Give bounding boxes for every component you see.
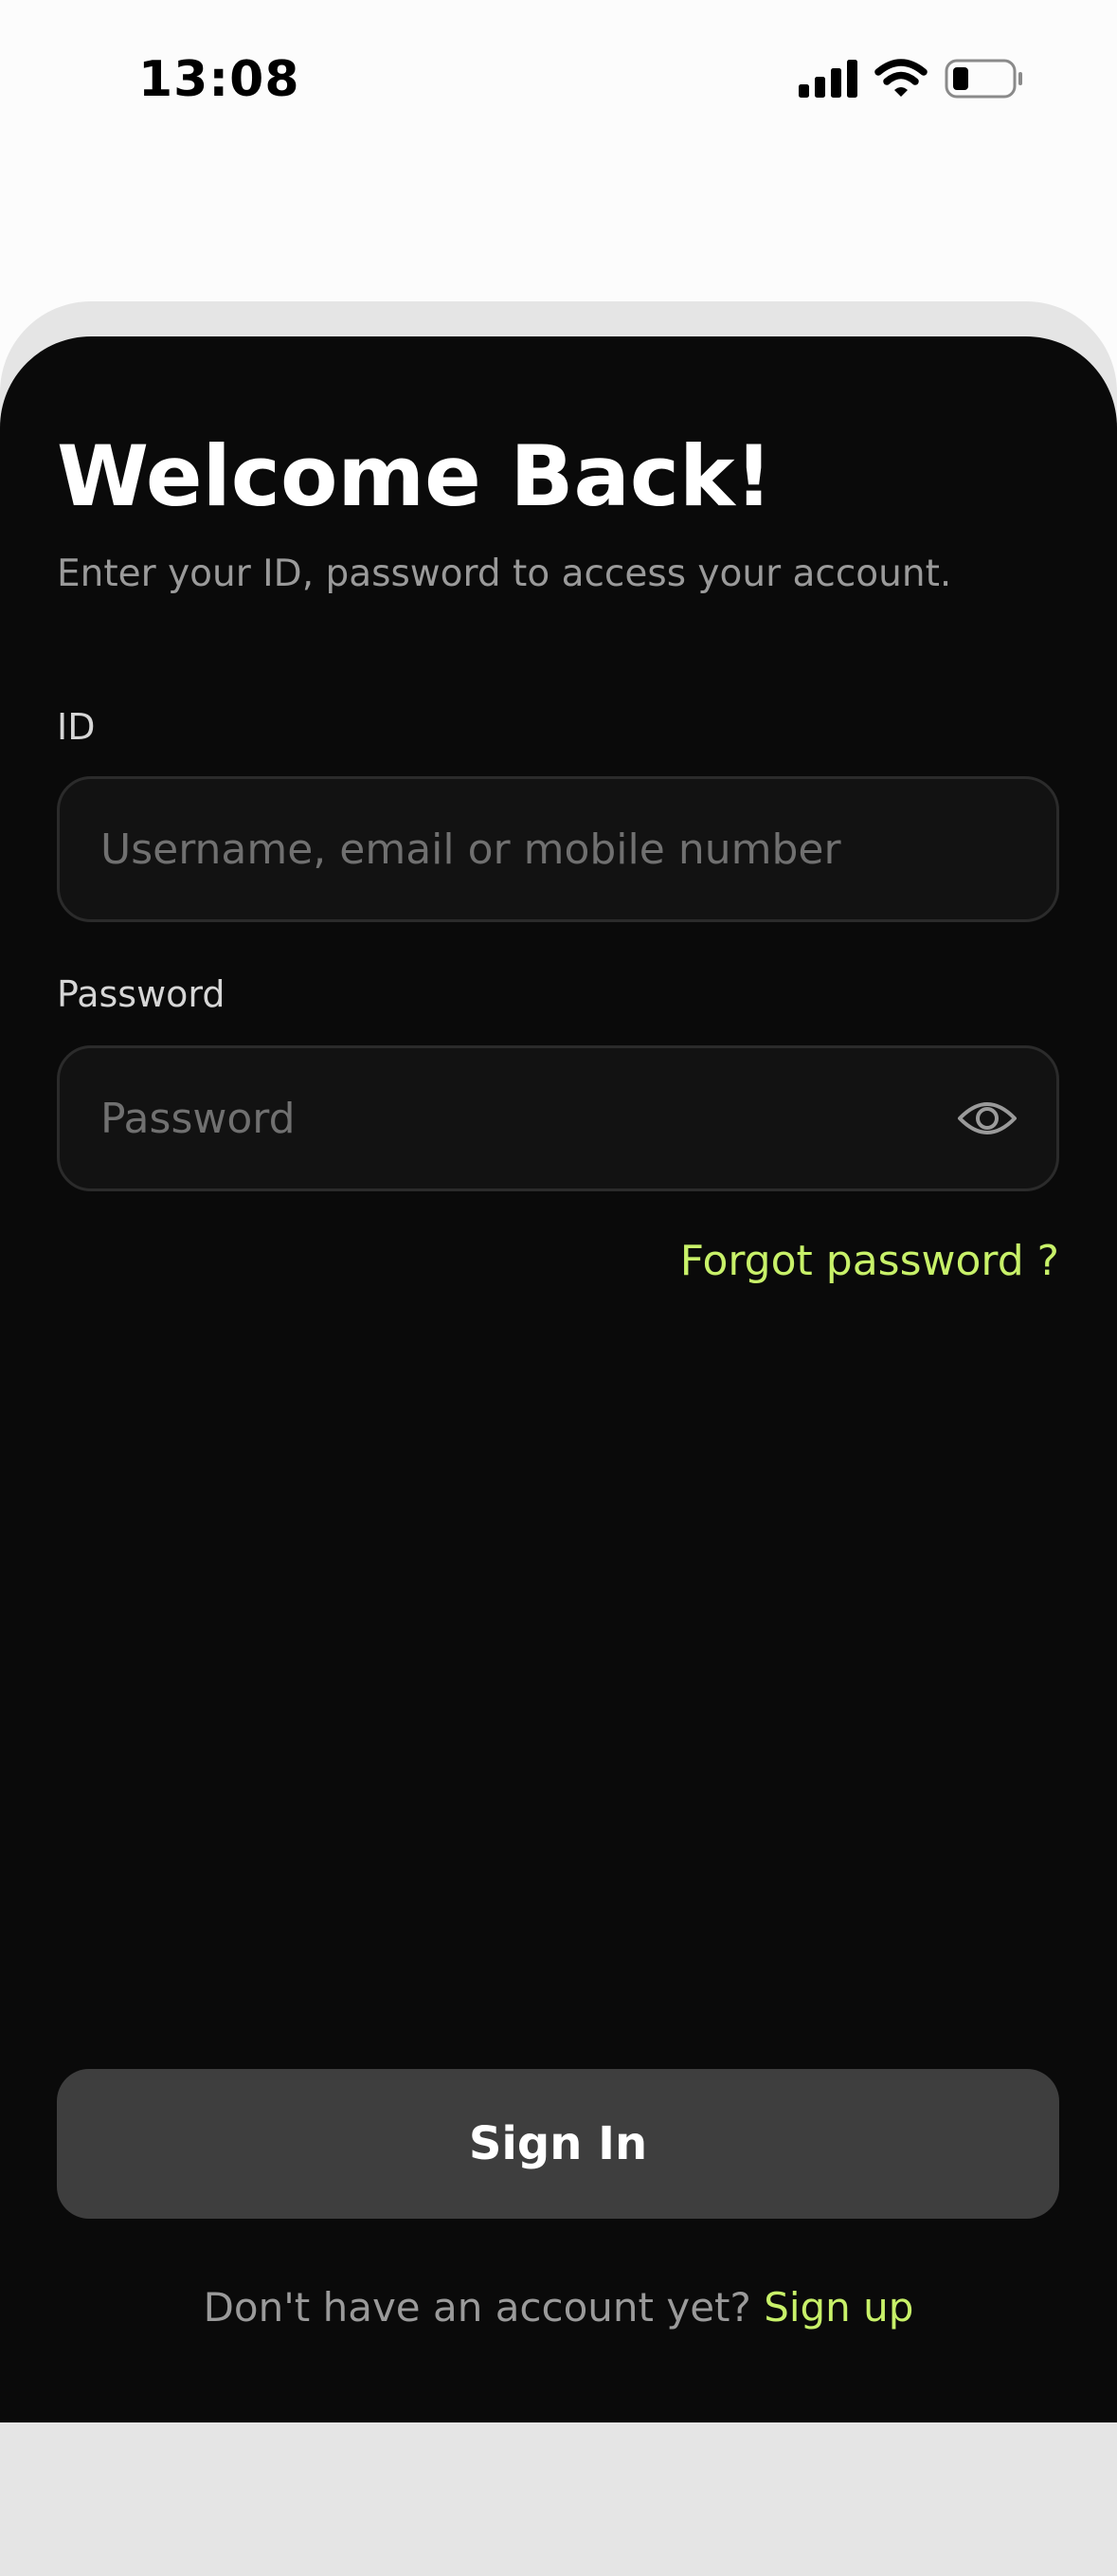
id-input[interactable] <box>60 779 1056 919</box>
signup-prompt-text: Don't have an account yet? <box>203 2284 751 2331</box>
id-label: ID <box>57 706 96 748</box>
status-bar: 13:08 <box>0 0 1117 161</box>
status-time: 13:08 <box>138 51 300 108</box>
sign-in-button[interactable]: Sign In <box>57 2069 1059 2219</box>
page-subtitle: Enter your ID, password to access your a… <box>57 553 952 595</box>
signup-prompt-row: Don't have an account yet? Sign up <box>0 2284 1117 2331</box>
password-label: Password <box>57 973 225 1015</box>
forgot-password-link[interactable]: Forgot password ? <box>680 1237 1059 1285</box>
cellular-signal-icon <box>799 60 857 98</box>
show-password-toggle[interactable] <box>952 1083 1022 1153</box>
status-icons <box>799 59 1024 99</box>
wifi-icon <box>874 59 928 97</box>
login-sheet: Welcome Back! Enter your ID, password to… <box>0 336 1117 2422</box>
id-field-container <box>57 776 1059 922</box>
page-title: Welcome Back! <box>57 427 773 525</box>
password-field-container <box>57 1045 1059 1191</box>
battery-icon <box>945 59 1022 99</box>
sign-up-link[interactable]: Sign up <box>764 2284 913 2331</box>
password-input[interactable] <box>60 1048 952 1188</box>
eye-icon <box>958 1102 1017 1134</box>
